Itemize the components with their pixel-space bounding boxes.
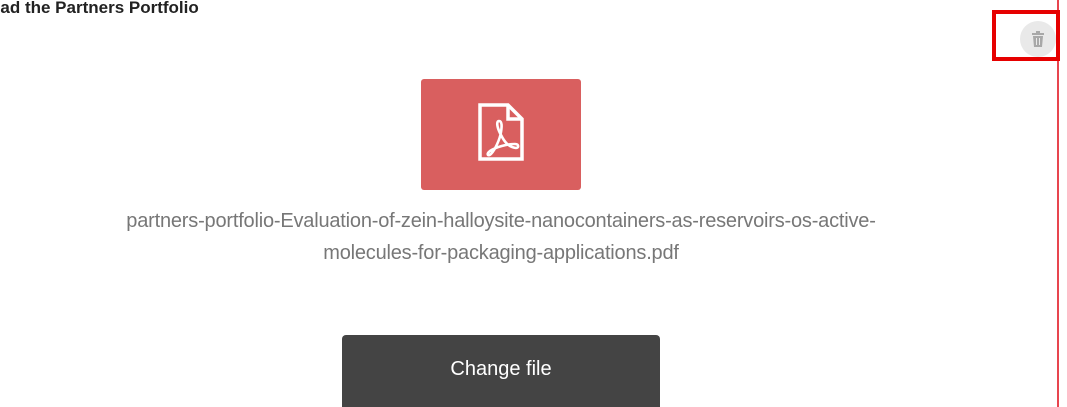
upload-panel: oad the Partners Portfolio partners-port… [0,0,1067,407]
pdf-file-icon [476,103,526,166]
section-title: oad the Partners Portfolio [0,0,199,17]
pdf-file-preview [421,79,581,190]
change-file-button[interactable]: Change file [342,335,660,407]
panel-right-border [1057,0,1059,407]
file-name: partners-portfolio-Evaluation-of-zein-ha… [0,205,1002,269]
highlight-box [992,10,1060,61]
file-name-line-2: molecules-for-packaging-applications.pdf [323,242,679,264]
file-name-line-1: partners-portfolio-Evaluation-of-zein-ha… [126,210,876,232]
